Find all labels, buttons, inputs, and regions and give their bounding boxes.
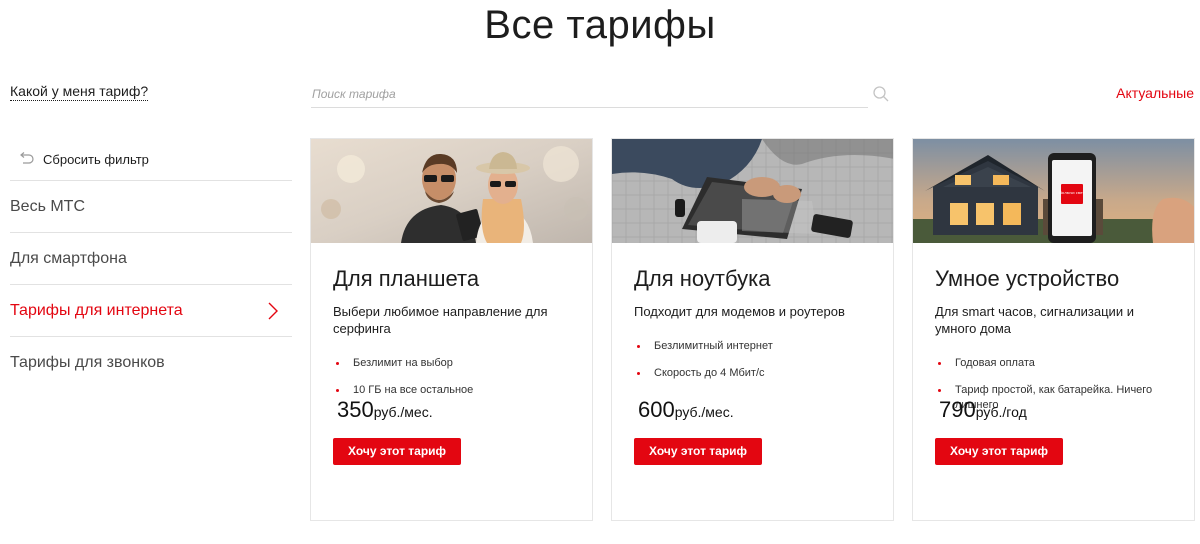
reset-filter-button[interactable]: Сбросить фильтр [10, 138, 292, 181]
price-unit: руб./год [975, 404, 1027, 420]
sort-actual-link[interactable]: Актуальные [1116, 85, 1194, 101]
card-body: Умное устройство Для smart часов, сигнал… [913, 243, 1194, 520]
sidebar: Сбросить фильтр Весь МТС Для смартфона Т… [10, 138, 292, 389]
card-image-smart-home: Включи свет [913, 139, 1194, 243]
reset-filter-label: Сбросить фильтр [43, 151, 149, 167]
feature-item: Безлимит на выбор [333, 356, 570, 371]
price-value: 600 [638, 397, 675, 422]
phone-button-label: Включи свет [1059, 190, 1085, 195]
card-body: Для планшета Выбери любимое направление … [311, 243, 592, 520]
choose-tariff-button[interactable]: Хочу этот тариф [935, 438, 1064, 465]
which-tariff-link[interactable]: Какой у меня тариф? [10, 82, 149, 101]
sidebar-item-label: Весь МТС [10, 197, 86, 215]
price-value: 350 [337, 397, 374, 422]
card-description: Подходит для модемов и роутеров [634, 304, 845, 319]
sidebar-item-calls[interactable]: Тарифы для звонков [10, 337, 292, 389]
sidebar-item-smartphone[interactable]: Для смартфона [10, 233, 292, 285]
price: 790руб./год [939, 397, 1027, 423]
choose-tariff-button[interactable]: Хочу этот тариф [333, 438, 462, 465]
page-title: Все тарифы [484, 3, 716, 47]
undo-icon [18, 152, 34, 166]
sidebar-item-all[interactable]: Весь МТС [10, 181, 292, 233]
price-unit: руб./мес. [674, 404, 734, 420]
feature-list: Безлимит на выбор 10 ГБ на все остальное [333, 356, 570, 398]
search-icon[interactable] [872, 85, 890, 103]
tariff-card-laptop: Для ноутбука Подходит для модемов и роут… [611, 138, 894, 521]
card-title: Умное устройство [935, 266, 1120, 291]
price-unit: руб./мес. [373, 404, 433, 420]
card-title: Для планшета [333, 266, 480, 291]
sidebar-item-label: Для смартфона [10, 249, 127, 267]
tariff-card-tablet: Для планшета Выбери любимое направление … [310, 138, 593, 521]
feature-item: Безлимитный интернет [634, 339, 871, 354]
feature-item: Скорость до 4 Мбит/с [634, 366, 871, 381]
card-body: Для ноутбука Подходит для модемов и роут… [612, 243, 893, 520]
price: 600руб./мес. [638, 397, 734, 423]
card-description: Для smart часов, сигнализации и умного д… [935, 304, 1134, 336]
tariff-card-smart-device: Включи свет Умное устройство Для smart ч… [912, 138, 1195, 521]
chevron-right-icon [268, 302, 278, 320]
feature-item: Годовая оплата [935, 356, 1172, 371]
search-box [311, 80, 868, 108]
sidebar-item-label: Тарифы для интернета [10, 301, 183, 319]
sidebar-item-internet[interactable]: Тарифы для интернета [10, 285, 292, 337]
choose-tariff-button[interactable]: Хочу этот тариф [634, 438, 763, 465]
search-input[interactable] [311, 80, 868, 107]
card-image-laptop [612, 139, 893, 243]
card-description: Выбери любимое направление для серфинга [333, 304, 548, 336]
sidebar-item-label: Тарифы для звонков [10, 354, 165, 371]
price: 350руб./мес. [337, 397, 433, 423]
feature-list: Безлимитный интернет Скорость до 4 Мбит/… [634, 339, 871, 381]
card-image-couple-tablet [311, 139, 592, 243]
card-title: Для ноутбука [634, 266, 771, 291]
feature-item: 10 ГБ на все остальное [333, 383, 570, 398]
price-value: 790 [939, 397, 976, 422]
